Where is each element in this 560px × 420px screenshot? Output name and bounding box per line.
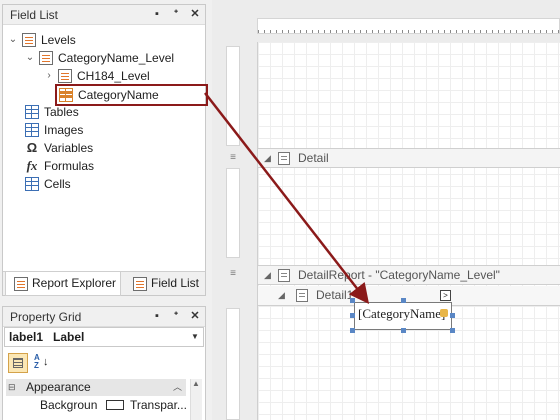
drag-arrow-line [204, 92, 370, 304]
drag-arrow [204, 92, 370, 304]
